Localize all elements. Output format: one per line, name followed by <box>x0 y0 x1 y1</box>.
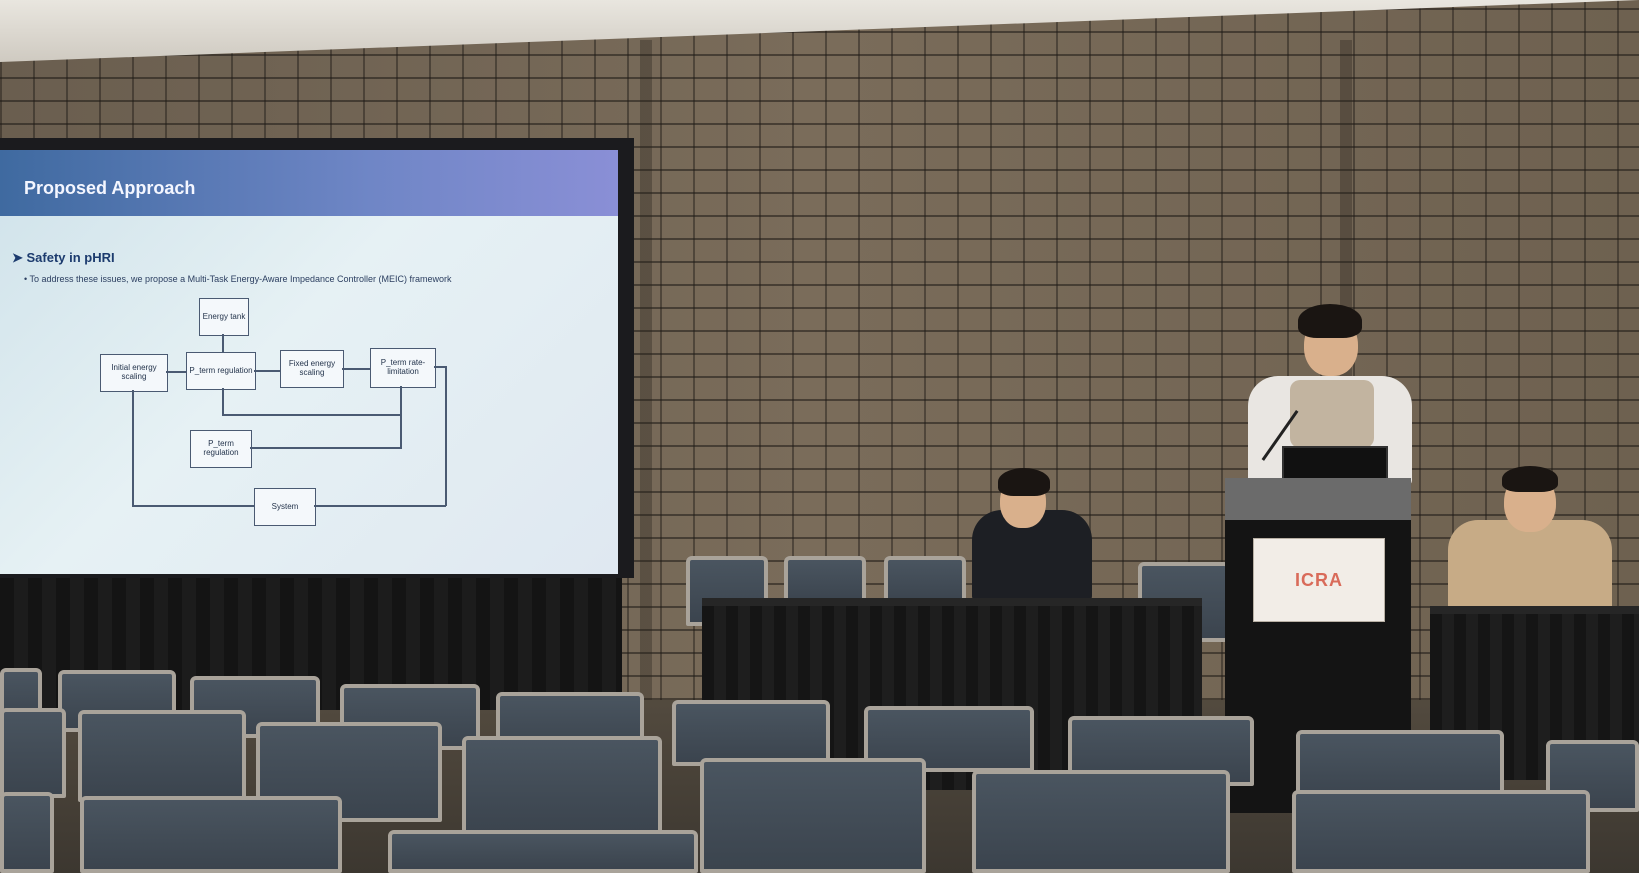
audience-chair <box>388 830 698 873</box>
diagram-energy-tank: Energy tank <box>199 298 249 336</box>
diagram-connector <box>254 370 280 372</box>
diagram-connector <box>250 447 402 449</box>
diagram-p-term-rate: P_term rate-limitation <box>370 348 436 388</box>
podium-sign: ICRA <box>1253 538 1385 622</box>
conference-room-scene: Proposed Approach ➤ Safety in pHRI • To … <box>0 0 1639 873</box>
diagram-p-term-regulation: P_term regulation <box>186 352 256 390</box>
diagram-connector <box>400 386 402 448</box>
right-table-top <box>1430 606 1639 614</box>
diagram-connector <box>132 505 254 507</box>
audience-chair <box>0 708 66 798</box>
audience-chair <box>80 796 342 873</box>
wall-pillar <box>640 40 652 700</box>
slide-bullet: • To address these issues, we propose a … <box>24 274 452 284</box>
podium-top <box>1225 478 1411 520</box>
podium-sign-text: ICRA <box>1295 569 1343 590</box>
diagram-connector <box>166 371 186 373</box>
audience-chair <box>700 758 926 873</box>
slide-subtitle-text: Safety in pHRI <box>26 250 115 265</box>
diagram-connector <box>445 366 447 506</box>
diagram-connector <box>132 390 134 506</box>
diagram-connector <box>342 368 370 370</box>
panel-table-top <box>702 598 1202 606</box>
seated-panelist-hair <box>998 468 1050 496</box>
audience-chair <box>78 710 246 802</box>
diagram-connector <box>222 334 224 352</box>
diagram-connector <box>314 505 446 507</box>
diagram-connector <box>222 388 224 414</box>
diagram-connector <box>222 414 402 416</box>
audience-chair <box>462 736 662 836</box>
diagram-p-term-regulation-2: P_term regulation <box>190 430 252 468</box>
audience-chair <box>972 770 1230 873</box>
slide-title: Proposed Approach <box>24 178 196 198</box>
speaker-hair <box>1298 304 1362 338</box>
diagram-initial-energy: Initial energy scaling <box>100 354 168 392</box>
diagram-system: System <box>254 488 316 526</box>
presentation-slide: Proposed Approach ➤ Safety in pHRI • To … <box>0 150 618 574</box>
right-panelist-torso <box>1448 520 1612 616</box>
audience-chair <box>1292 790 1590 873</box>
slide-bullet-text: To address these issues, we propose a Mu… <box>29 274 452 284</box>
slide-subtitle: ➤ Safety in pHRI <box>12 250 115 265</box>
right-panelist-hair <box>1502 466 1558 492</box>
audience-chair <box>672 700 830 766</box>
diagram-fixed-energy: Fixed energy scaling <box>280 350 344 388</box>
audience-chair <box>0 792 54 873</box>
speaker-vest <box>1290 380 1374 448</box>
